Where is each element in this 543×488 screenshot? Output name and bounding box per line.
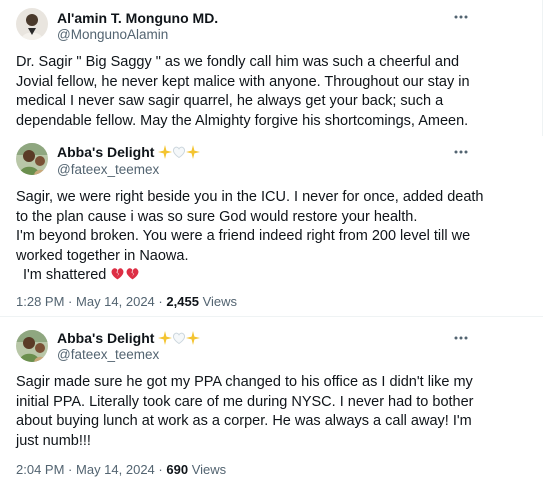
tweet-text-line: just numb!!!: [16, 432, 91, 449]
tweet-text-line: Sagir, we were right beside you in the I…: [16, 189, 484, 205]
avatar[interactable]: [16, 330, 48, 362]
tweet-text-line: dependable fellow. May the Almighty forg…: [16, 112, 469, 129]
display-name-row[interactable]: Abba's Delight: [57, 143, 201, 163]
tweet-text-fragment: I'm shattered: [23, 267, 107, 283]
more-horizontal-icon: [454, 150, 468, 154]
broken-heart-emoji: [125, 266, 140, 288]
tweet-text-line: to the plan cause i was so sure God woul…: [16, 208, 418, 225]
more-horizontal-icon: [454, 336, 468, 340]
avatar[interactable]: [16, 8, 48, 40]
user-handle[interactable]: @fateex_teemex: [57, 161, 159, 179]
display-name[interactable]: Al'amin T. Monguno MD.: [57, 9, 218, 27]
views-label: Views: [191, 462, 227, 477]
meta-separator: ·: [158, 462, 163, 477]
tweet-text-line: I'm shattered: [16, 266, 484, 288]
user-handle[interactable]: @fateex_teemex: [57, 346, 159, 364]
meta-separator: ·: [158, 294, 163, 309]
tweet-card[interactable]: Al'amin T. Monguno MD. @MongunoAlamin Dr…: [0, 0, 543, 136]
tweet-thread: Al'amin T. Monguno MD. @MongunoAlamin Dr…: [0, 0, 543, 488]
tweet-card[interactable]: Abba's Delight @fateex_teemex Sagir made…: [0, 317, 543, 488]
views-count: 690: [166, 462, 189, 477]
views-count: 2,455: [166, 294, 199, 309]
sparkles-emoji: [158, 145, 173, 163]
tweet-meta: 2:04 PM · May 14, 2024 · 690 Views: [16, 461, 226, 479]
tweet-text: Dr. Sagir " Big Saggy " as we fondly cal…: [16, 53, 470, 131]
white-heart-emoji: [172, 331, 186, 349]
sparkles-emoji: [186, 331, 201, 349]
tweet-time[interactable]: 2:04 PM: [16, 462, 64, 477]
display-name: Abba's Delight: [57, 330, 155, 346]
tweet-text-line: Dr. Sagir " Big Saggy " as we fondly cal…: [16, 54, 460, 70]
tweet-date[interactable]: May 14, 2024: [76, 462, 155, 477]
tweet-card[interactable]: Abba's Delight @fateex_teemex Sagir, we …: [0, 136, 543, 317]
avatar[interactable]: [16, 143, 48, 175]
tweet-text-line: about buying lunch at work as a corper. …: [16, 413, 472, 429]
meta-separator: ·: [68, 294, 73, 309]
white-heart-emoji: [172, 145, 186, 163]
tweet-text-line: I'm beyond broken. You were a friend ind…: [16, 228, 471, 244]
sparkles-emoji: [186, 145, 201, 163]
broken-heart-emoji: [110, 266, 125, 288]
tweet-date[interactable]: May 14, 2024: [76, 294, 155, 309]
display-name: Abba's Delight: [57, 144, 155, 160]
more-options-button[interactable]: [450, 329, 472, 347]
tweet-text-line: initial PPA. Literally took care of me d…: [16, 393, 474, 410]
tweet-text-line: medical I never saw sagir quarrel, he al…: [16, 93, 444, 109]
views-label: Views: [202, 294, 238, 309]
tweet-time[interactable]: 1:28 PM: [16, 294, 64, 309]
sparkles-emoji: [158, 331, 173, 349]
more-options-button[interactable]: [450, 8, 472, 26]
tweet-meta: 1:28 PM · May 14, 2024 · 2,455 Views: [16, 293, 237, 311]
tweet-text-line: worked together in Naowa.: [16, 247, 189, 264]
meta-separator: ·: [68, 462, 73, 477]
user-handle[interactable]: @MongunoAlamin: [57, 26, 168, 44]
more-horizontal-icon: [454, 15, 468, 19]
tweet-text-line: Sagir made sure he got my PPA changed to…: [16, 374, 473, 390]
tweet-text: Sagir, we were right beside you in the I…: [16, 188, 484, 288]
tweet-text-line: Jovial fellow, he never kept malice with…: [16, 73, 470, 90]
more-options-button[interactable]: [450, 143, 472, 161]
tweet-text: Sagir made sure he got my PPA changed to…: [16, 373, 474, 451]
